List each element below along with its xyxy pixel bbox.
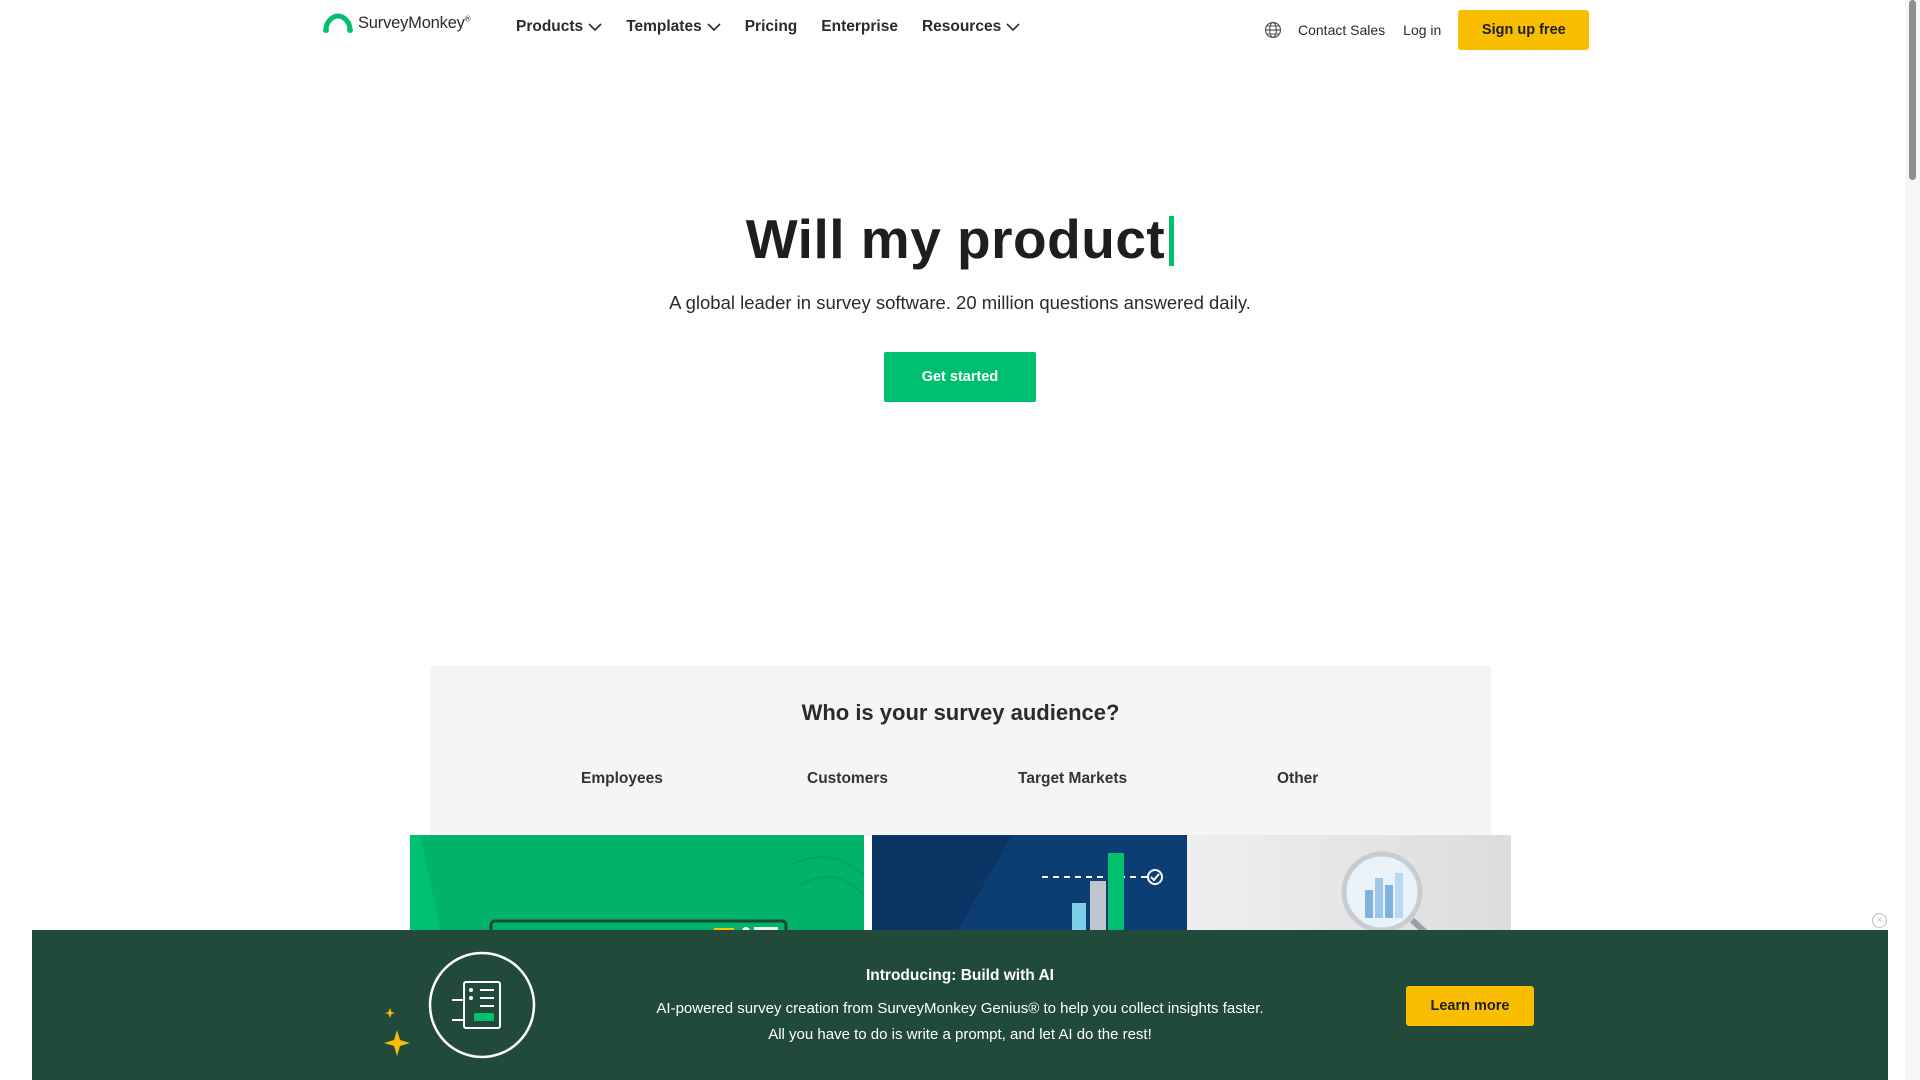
get-started-button[interactable]: Get started	[884, 352, 1036, 402]
tab-target-markets[interactable]: Target Markets	[1018, 770, 1127, 788]
audience-section: Who is your survey audience? Employees C…	[430, 666, 1491, 836]
tab-employees[interactable]: Employees	[581, 770, 663, 788]
logo-wordmark: SurveyMonkey®	[358, 13, 471, 32]
signup-button[interactable]: Sign up free	[1458, 10, 1590, 50]
chevron-down-icon	[588, 22, 602, 31]
chevron-down-icon	[1006, 22, 1020, 31]
logo-icon	[323, 13, 353, 33]
nav-templates-label: Templates	[626, 18, 702, 35]
hero-title-text: Will my product	[745, 208, 1166, 270]
nav-pricing-label: Pricing	[744, 18, 798, 35]
typing-cursor	[1169, 216, 1175, 266]
account-nav: Contact Sales Log in Sign up free	[1264, 10, 1590, 50]
nav-products-label: Products	[516, 18, 584, 35]
banner-title: Introducing: Build with AI	[866, 967, 1054, 984]
contact-sales-link[interactable]: Contact Sales	[1298, 22, 1385, 38]
ai-promo-banner: Introducing: Build with AI AI-powered su…	[32, 930, 1888, 1080]
scrollbar-thumb[interactable]	[1909, 0, 1916, 180]
nav-enterprise-label: Enterprise	[821, 18, 898, 35]
nav-pricing[interactable]: Pricing	[745, 18, 798, 36]
nav-resources[interactable]: Resources	[922, 18, 1020, 36]
close-icon[interactable]: ×	[1872, 913, 1887, 928]
hero-subtitle: A global leader in survey software. 20 m…	[669, 292, 1251, 313]
nav-products[interactable]: Products	[516, 18, 602, 36]
surveymonkey-logo[interactable]: SurveyMonkey®	[323, 13, 471, 33]
nav-resources-label: Resources	[921, 18, 1002, 35]
audience-title: Who is your survey audience?	[801, 700, 1120, 725]
hero-title: Will my product	[0, 207, 1920, 271]
nav-templates[interactable]: Templates	[626, 18, 721, 36]
main-nav: Products Templates Pricing Enterprise Re…	[516, 18, 1044, 36]
globe-icon[interactable]	[1264, 21, 1282, 39]
top-navigation: SurveyMonkey® Products Templates Pricing…	[0, 0, 1905, 60]
learn-more-button[interactable]: Learn more	[1406, 986, 1534, 1026]
login-link[interactable]: Log in	[1403, 22, 1441, 38]
tab-customers[interactable]: Customers	[807, 770, 888, 788]
banner-description-line2: All you have to do is write a prompt, an…	[768, 1026, 1152, 1043]
nav-enterprise[interactable]: Enterprise	[821, 18, 898, 36]
tab-other[interactable]: Other	[1277, 770, 1318, 788]
banner-description-line1: AI-powered survey creation from SurveyMo…	[656, 1000, 1264, 1017]
chevron-down-icon	[707, 22, 721, 31]
